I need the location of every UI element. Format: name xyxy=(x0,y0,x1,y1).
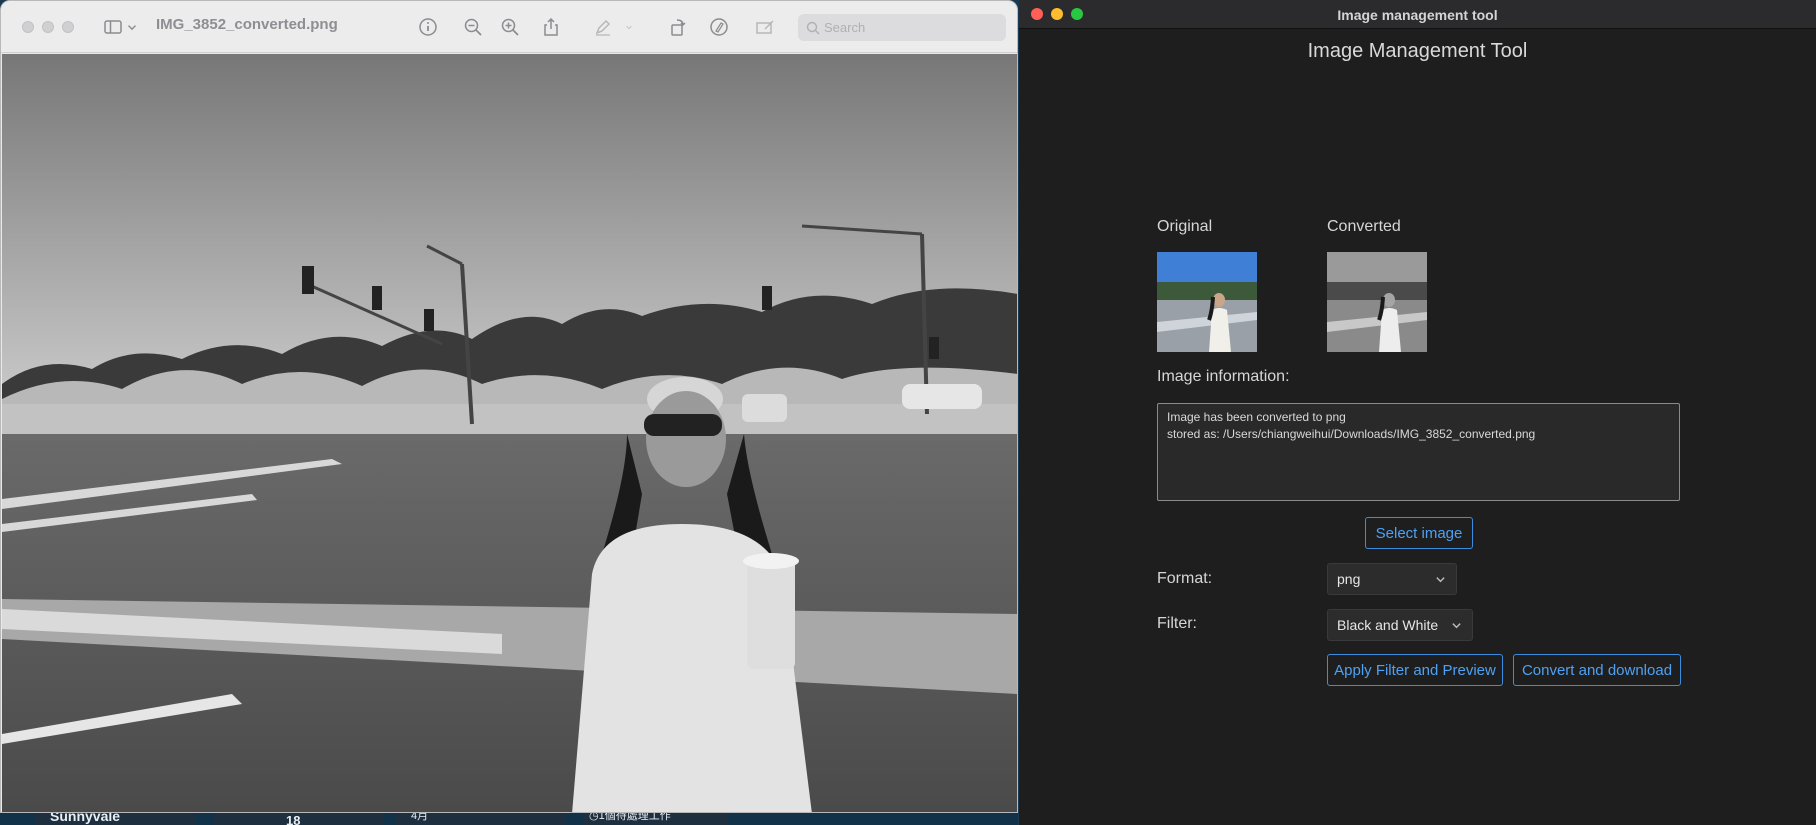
format-label: Format: xyxy=(1157,570,1213,587)
app-heading: Image Management Tool xyxy=(1307,40,1528,62)
zoom-out-icon[interactable] xyxy=(461,15,485,39)
filter-label: Filter: xyxy=(1157,615,1197,632)
format-select[interactable]: png xyxy=(1327,563,1457,595)
converted-thumbnail xyxy=(1327,252,1427,352)
info-icon[interactable] xyxy=(416,15,440,39)
image-info-label: Image information: xyxy=(1157,368,1290,385)
info-line-1: Image has been converted to png xyxy=(1167,410,1346,424)
close-button[interactable] xyxy=(22,21,34,33)
markup-icon[interactable] xyxy=(707,15,731,39)
minimize-button[interactable] xyxy=(42,21,54,33)
grayscale-photo xyxy=(2,54,1017,812)
preview-toolbar: IMG_3852_converted.png Search xyxy=(1,1,1017,53)
highlight-chevron-down-icon[interactable] xyxy=(625,15,633,39)
chevron-down-icon[interactable] xyxy=(125,15,139,39)
maximize-button[interactable] xyxy=(62,21,74,33)
select-image-button[interactable]: Select image xyxy=(1365,517,1473,549)
preview-window: IMG_3852_converted.png Search xyxy=(0,0,1018,813)
crop-icon[interactable] xyxy=(753,15,777,39)
search-field[interactable]: Search xyxy=(798,14,1006,41)
photo-canvas[interactable] xyxy=(2,54,1017,812)
rotate-icon[interactable] xyxy=(666,15,690,39)
search-placeholder: Search xyxy=(824,20,866,35)
clock-number: 18 xyxy=(286,813,301,825)
search-icon xyxy=(806,21,820,34)
zoom-in-icon[interactable] xyxy=(498,15,522,39)
info-line-2: stored as: /Users/chiangweihui/Downloads… xyxy=(1167,427,1536,441)
filter-select[interactable]: Black and White xyxy=(1327,609,1473,641)
document-title: IMG_3852_converted.png xyxy=(156,16,338,33)
share-icon[interactable] xyxy=(539,15,563,39)
window-title: Image management tool xyxy=(1337,7,1498,23)
sidebar-icon[interactable] xyxy=(101,15,125,39)
original-label: Original xyxy=(1157,218,1213,235)
tool-titlebar: Image management tool xyxy=(1019,0,1816,29)
apply-filter-preview-button[interactable]: Apply Filter and Preview xyxy=(1327,654,1503,686)
chevron-down-icon xyxy=(1452,623,1461,629)
format-select-value: png xyxy=(1337,571,1361,587)
image-tool-window: Image management tool Image Management T… xyxy=(1019,0,1816,825)
image-info-textarea[interactable]: Image has been converted to png stored a… xyxy=(1157,403,1680,501)
highlight-icon[interactable] xyxy=(591,15,615,39)
convert-download-button[interactable]: Convert and download xyxy=(1513,654,1681,686)
filter-select-value: Black and White xyxy=(1337,617,1439,633)
chevron-down-icon xyxy=(1436,577,1445,583)
original-thumbnail xyxy=(1157,252,1257,352)
converted-label: Converted xyxy=(1327,218,1401,235)
